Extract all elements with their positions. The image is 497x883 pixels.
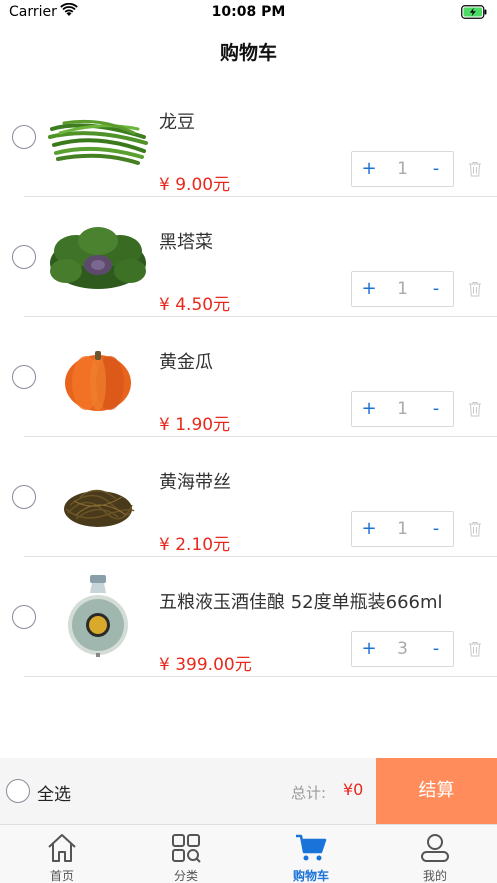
page-title: 购物车 [219,42,277,64]
product-image-liquor-bottle[interactable] [46,573,150,659]
quantity-stepper: + 1 - [351,511,454,547]
item-select-radio[interactable] [12,485,36,509]
quantity-stepper: + 1 - [351,151,454,187]
checkout-bar: 全选 总计: ¥0 结算 [0,758,497,824]
decrease-button[interactable]: - [419,392,453,426]
quantity-stepper: + 1 - [351,391,454,427]
product-image-kelp-shreds[interactable] [46,453,150,539]
item-price: ¥ 2.10元 [159,535,231,555]
tab-category[interactable]: 分类 [124,825,248,883]
quantity-value[interactable]: 1 [386,272,419,306]
tab-label: 我的 [422,869,447,883]
category-grid-icon [172,834,201,863]
cart-item: 黄金瓜 ¥ 1.90元 + 1 - [0,317,497,437]
trash-icon[interactable] [468,641,482,657]
trash-icon[interactable] [468,281,482,297]
increase-button[interactable]: + [352,152,386,186]
decrease-button[interactable]: - [419,632,453,666]
item-select-radio[interactable] [12,245,36,269]
decrease-button[interactable]: - [419,152,453,186]
item-name[interactable]: 黄金瓜 [159,348,213,374]
cart-icon [296,834,327,861]
item-name[interactable]: 黑塔菜 [159,228,213,254]
item-price: ¥ 399.00元 [159,655,252,675]
total-label: 总计: [291,784,327,802]
item-select-radio[interactable] [12,365,36,389]
increase-button[interactable]: + [352,272,386,306]
tab-label: 首页 [49,869,74,883]
cart-list: 龙豆 ¥ 9.00元 + 1 - 黑塔菜 ¥ 4.50元 + 1 - 黄金瓜 ¥… [0,77,497,677]
tab-home[interactable]: 首页 [0,825,124,883]
tab-label: 购物车 [292,869,329,883]
tab-cart[interactable]: 购物车 [249,825,373,883]
profile-icon [421,834,449,862]
select-all-radio[interactable] [6,779,30,803]
decrease-button[interactable]: - [419,272,453,306]
product-image-green-beans[interactable] [46,93,150,179]
trash-icon[interactable] [468,161,482,177]
quantity-value[interactable]: 3 [386,632,419,666]
item-divider [24,676,497,677]
item-name[interactable]: 五粮液玉酒佳酿 52度单瓶装666ml [159,588,443,614]
quantity-value[interactable]: 1 [386,512,419,546]
item-select-radio[interactable] [12,605,36,629]
quantity-value[interactable]: 1 [386,152,419,186]
status-bar: Carrier 10:08 PM [0,0,497,26]
item-name[interactable]: 龙豆 [159,108,195,134]
quantity-value[interactable]: 1 [386,392,419,426]
item-price: ¥ 4.50元 [159,295,231,315]
home-icon [48,834,76,862]
item-name[interactable]: 黄海带丝 [159,468,231,494]
item-select-radio[interactable] [12,125,36,149]
checkout-button[interactable]: 结算 [376,758,497,824]
cart-item: 黄海带丝 ¥ 2.10元 + 1 - [0,437,497,557]
item-price: ¥ 1.90元 [159,415,231,435]
tab-bar: 首页 分类 购物车 我的 [0,824,497,883]
item-price: ¥ 9.00元 [159,175,231,195]
quantity-stepper: + 1 - [351,271,454,307]
select-all-label[interactable]: 全选 [37,780,71,805]
cart-item: 龙豆 ¥ 9.00元 + 1 - [0,77,497,197]
trash-icon[interactable] [468,521,482,537]
battery-charging-icon [461,5,487,19]
trash-icon[interactable] [468,401,482,417]
total-value: ¥0 [343,780,364,799]
decrease-button[interactable]: - [419,512,453,546]
increase-button[interactable]: + [352,512,386,546]
increase-button[interactable]: + [352,632,386,666]
increase-button[interactable]: + [352,392,386,426]
status-time: 10:08 PM [211,4,286,20]
quantity-stepper: + 3 - [351,631,454,667]
tab-profile[interactable]: 我的 [373,825,497,883]
cart-item: 五粮液玉酒佳酿 52度单瓶装666ml ¥ 399.00元 + 3 - [0,557,497,677]
cart-item: 黑塔菜 ¥ 4.50元 + 1 - [0,197,497,317]
tab-label: 分类 [173,869,198,883]
product-image-pumpkin[interactable] [46,333,150,419]
product-image-tatsoi-greens[interactable] [46,213,150,299]
